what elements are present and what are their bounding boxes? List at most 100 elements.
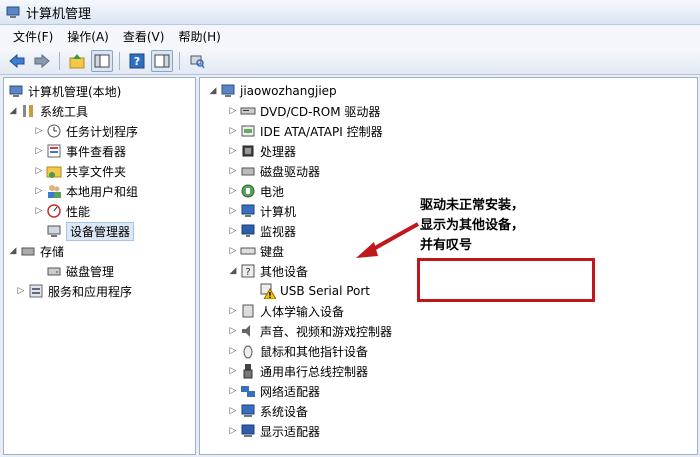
collapsed-arrow-icon[interactable]: ▷ [228,326,238,336]
tree-node-device-manager[interactable]: 设备管理器 [46,221,135,241]
collapsed-arrow-icon[interactable]: ▷ [228,106,238,116]
menu-help[interactable]: 帮助(H) [171,26,227,47]
event-viewer-icon [46,143,62,159]
collapsed-arrow-icon[interactable]: ▷ [34,186,44,196]
computer-management-icon [8,83,24,99]
tree-node-shared-folders[interactable]: ▷ 共享文件夹 [34,162,126,180]
tools-icon [20,103,36,119]
collapsed-arrow-icon[interactable]: ▷ [228,206,238,216]
device-category-keyboard[interactable]: ▷ 键盘 [228,242,284,260]
battery-icon [240,183,256,199]
collapsed-arrow-icon[interactable]: ▷ [34,206,44,216]
collapsed-arrow-icon[interactable]: ▷ [228,426,238,436]
dvd-drive-icon [240,103,256,119]
annotation-arrow [356,222,419,258]
speaker-icon [240,323,256,339]
tree-node-performance[interactable]: ▷ 性能 [34,202,90,220]
tree-node-services-apps[interactable]: ▷ 服务和应用程序 [16,282,132,300]
disk-drive-icon [240,163,256,179]
show-hide-tree-button[interactable] [91,49,113,72]
ide-controller-icon [240,123,256,139]
device-category-mouse[interactable]: ▷ 鼠标和其他指针设备 [228,342,368,360]
processor-icon [240,143,256,159]
back-button[interactable] [6,50,28,72]
warning-device-icon: ! [260,283,276,299]
device-category-ide[interactable]: ▷ IDE ATA/ATAPI 控制器 [228,122,383,140]
device-category-other[interactable]: ◢ ? 其他设备 [228,262,308,280]
expanded-arrow-icon[interactable]: ◢ [208,86,218,96]
menu-bar: 文件(F) 操作(A) 查看(V) 帮助(H) [0,25,700,47]
collapsed-arrow-icon[interactable]: ▷ [228,246,238,256]
device-category-battery[interactable]: ▷ 电池 [228,182,284,200]
device-category-usb[interactable]: ▷ 通用串行总线控制器 [228,362,368,380]
disk-management-icon [46,263,62,279]
forward-button[interactable] [31,50,53,72]
tree-node-local-users[interactable]: ▷ 本地用户和组 [34,182,138,200]
collapsed-arrow-icon[interactable]: ▷ [228,306,238,316]
unknown-device-icon: ? [240,263,256,279]
menu-view[interactable]: 查看(V) [116,26,172,47]
scan-hardware-button[interactable] [186,50,208,72]
collapsed-arrow-icon[interactable]: ▷ [228,406,238,416]
help-button[interactable]: ? [126,50,148,72]
tree-node-system-tools[interactable]: ◢ 系统工具 [8,102,88,120]
collapsed-arrow-icon[interactable]: ▷ [16,286,26,296]
expanded-arrow-icon[interactable]: ◢ [8,106,18,116]
device-category-sound[interactable]: ▷ 声音、视频和游戏控制器 [228,322,392,340]
collapsed-arrow-icon[interactable]: ▷ [228,186,238,196]
highlight-box [417,258,595,302]
collapsed-arrow-icon[interactable]: ▷ [228,346,238,356]
device-category-monitor[interactable]: ▷ 监视器 [228,222,296,240]
title-bar: 计算机管理 [0,0,700,25]
tree-node-root[interactable]: 计算机管理(本地) [8,82,121,100]
forward-arrow-icon [34,53,50,68]
collapsed-arrow-icon[interactable]: ▷ [228,366,238,376]
usb-icon [240,363,256,379]
action-pane-button[interactable] [151,49,173,72]
back-arrow-icon [9,53,25,68]
mouse-icon [240,343,256,359]
device-tree-root[interactable]: ◢ jiaowozhangjiep [208,82,337,100]
window-title: 计算机管理 [26,6,92,22]
device-category-processor[interactable]: ▷ 处理器 [228,142,296,160]
network-icon [240,383,256,399]
collapsed-arrow-icon[interactable]: ▷ [228,386,238,396]
tree-node-storage[interactable]: ◢ 存储 [8,242,64,260]
device-category-hid[interactable]: ▷ 人体学输入设备 [228,302,344,320]
folder-up-icon [69,53,85,68]
up-level-button[interactable] [66,50,88,72]
tree-node-task-scheduler[interactable]: ▷ 任务计划程序 [34,122,138,140]
device-manager-icon [46,223,62,239]
computer-icon [240,203,256,219]
collapsed-arrow-icon[interactable]: ▷ [34,146,44,156]
tree-node-event-viewer[interactable]: ▷ 事件查看器 [34,142,126,160]
collapsed-arrow-icon[interactable]: ▷ [228,226,238,236]
collapsed-arrow-icon[interactable]: ▷ [228,126,238,136]
expanded-arrow-icon[interactable]: ◢ [8,246,18,256]
svg-text:!: ! [268,291,272,299]
expanded-arrow-icon[interactable]: ◢ [228,266,238,276]
services-icon [28,283,44,299]
collapsed-arrow-icon[interactable]: ▷ [34,126,44,136]
annotation-text: 驱动未正常安装， 显示为其他设备， 并有叹号 [420,198,525,253]
computer-management-icon [6,5,20,19]
device-category-display[interactable]: ▷ 显示适配器 [228,422,320,440]
device-category-computer[interactable]: ▷ 计算机 [228,202,296,220]
collapsed-arrow-icon[interactable]: ▷ [228,166,238,176]
device-category-dvd[interactable]: ▷ DVD/CD-ROM 驱动器 [228,102,381,120]
menu-action[interactable]: 操作(A) [60,26,116,47]
performance-icon [46,203,62,219]
menu-file[interactable]: 文件(F) [6,26,60,47]
toolbar: ? [0,47,700,75]
computer-icon [220,83,236,99]
collapsed-arrow-icon[interactable]: ▷ [34,166,44,176]
collapsed-arrow-icon[interactable]: ▷ [228,146,238,156]
toolbar-separator [179,51,180,70]
device-usb-serial-port[interactable]: ! USB Serial Port [260,282,370,300]
shared-folder-icon [46,163,62,179]
tree-node-disk-management[interactable]: 磁盘管理 [46,262,114,280]
device-category-system[interactable]: ▷ 系统设备 [228,402,308,420]
device-category-network[interactable]: ▷ 网络适配器 [228,382,320,400]
device-category-disk[interactable]: ▷ 磁盘驱动器 [228,162,320,180]
storage-icon [20,243,36,259]
